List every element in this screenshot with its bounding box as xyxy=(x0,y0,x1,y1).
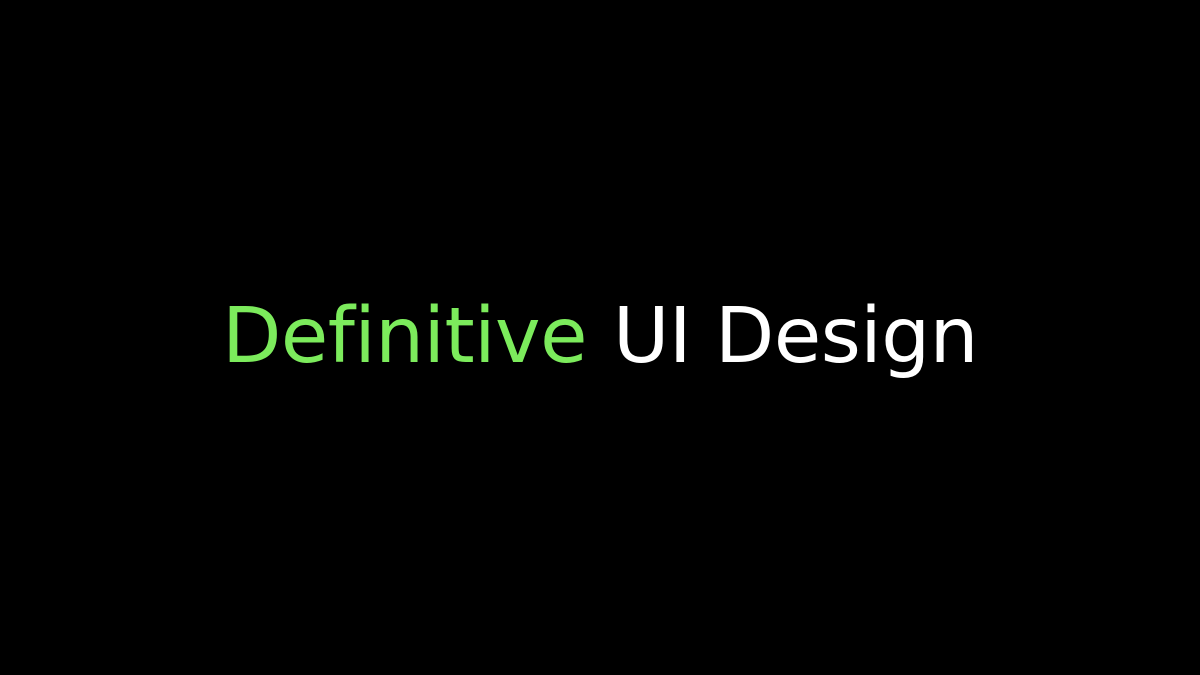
headline-accent-word: Definitive xyxy=(222,292,587,381)
headline-main-words: UI Design xyxy=(612,292,978,381)
banner-canvas: Definitive UI Design xyxy=(0,0,1200,675)
headline: Definitive UI Design xyxy=(0,0,1200,675)
